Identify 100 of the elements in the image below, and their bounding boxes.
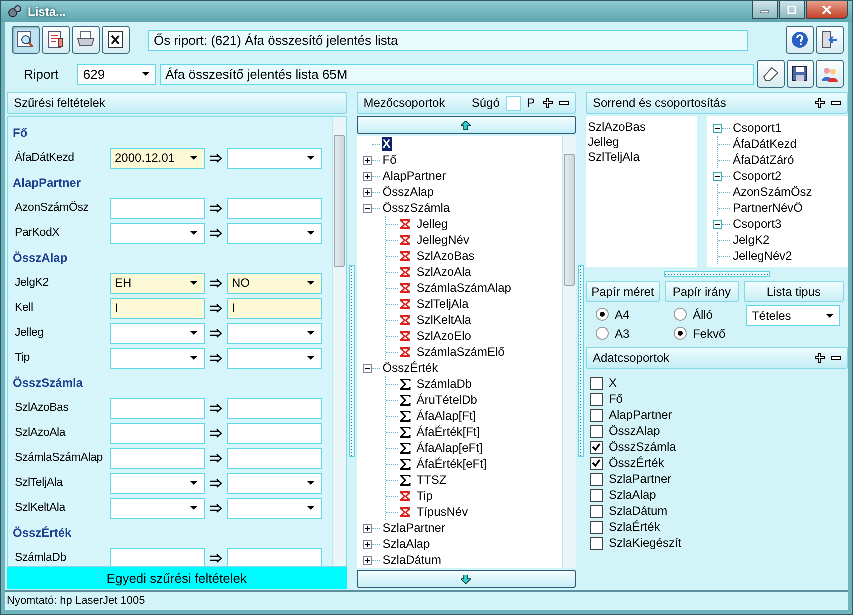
tree-item[interactable]: SzlTeljAla	[416, 297, 470, 311]
dropdown-field[interactable]: EH	[110, 272, 205, 294]
tree-item[interactable]: SzlaAlap	[382, 537, 432, 551]
minimize-button[interactable]	[752, 1, 778, 19]
plus-icon[interactable]	[815, 98, 825, 108]
input-field[interactable]	[110, 548, 205, 566]
checkbox[interactable]	[590, 488, 603, 502]
tree-item[interactable]: SzámlaDb	[416, 377, 474, 391]
input-field[interactable]	[227, 448, 322, 469]
tree-item[interactable]: SzámlaSzámAlap	[416, 281, 512, 295]
dropdown-field[interactable]	[227, 498, 322, 519]
maximize-button[interactable]	[779, 1, 805, 19]
list-item[interactable]: SzlAzoBas	[588, 120, 695, 135]
minus-icon[interactable]	[558, 101, 569, 105]
splitter-handle[interactable]	[348, 264, 355, 456]
radio-button[interactable]	[674, 308, 687, 321]
checkbox[interactable]	[590, 392, 603, 406]
paper-size-button[interactable]: Papír méret	[586, 281, 660, 302]
checkbox[interactable]	[590, 440, 603, 454]
dropdown-field[interactable]	[227, 348, 322, 369]
plus-icon[interactable]	[542, 98, 553, 108]
input-field[interactable]	[110, 398, 205, 419]
expand-icon[interactable]	[362, 188, 372, 196]
expand-icon[interactable]	[362, 524, 372, 532]
list-item[interactable]: SzlTeljAla	[588, 150, 695, 165]
dropdown-field[interactable]: NO	[227, 272, 322, 294]
tree-item[interactable]: TTSZ	[416, 473, 448, 487]
tree-item[interactable]: Fő	[382, 153, 398, 167]
tree-item[interactable]: SzlKeltAla	[416, 313, 472, 327]
input-field[interactable]	[227, 548, 322, 566]
radio-button[interactable]	[596, 327, 609, 340]
tree-item[interactable]: Csoport3	[732, 217, 783, 231]
tree-item[interactable]: ÁfaÉrték[Ft]	[416, 425, 482, 439]
tree-item[interactable]: SzlAzoElo	[416, 329, 472, 343]
input-field[interactable]	[110, 422, 205, 444]
tree-item[interactable]: Tip	[416, 489, 434, 503]
splitter-handle[interactable]	[664, 271, 770, 277]
tree-item[interactable]: ÖsszSzámla	[382, 201, 452, 215]
dropdown-field[interactable]	[227, 472, 322, 494]
input-field[interactable]: I	[110, 298, 205, 319]
tree-item[interactable]: SzlAzoAla	[416, 265, 472, 279]
close-button[interactable]	[806, 1, 848, 19]
exit-button[interactable]	[816, 26, 844, 54]
minus-icon[interactable]	[831, 101, 841, 105]
dropdown-field[interactable]	[227, 222, 322, 244]
dropdown-field[interactable]	[110, 472, 205, 494]
scroll-up-button[interactable]	[356, 116, 576, 134]
collapse-icon[interactable]	[362, 204, 372, 212]
tree-item[interactable]: JellegNév	[416, 233, 470, 247]
list-type-button[interactable]: Lista tipus	[744, 281, 844, 302]
tree-item[interactable]: JellegNév2	[732, 249, 794, 263]
preview-button[interactable]	[12, 26, 40, 54]
tree-item[interactable]: JelgK2	[732, 233, 771, 247]
collapse-icon[interactable]	[712, 124, 722, 132]
expand-icon[interactable]	[362, 172, 372, 180]
dropdown-field[interactable]	[227, 148, 322, 169]
paper-orientation-button[interactable]: Papír irány	[664, 281, 739, 302]
input-field[interactable]	[227, 422, 322, 444]
plus-icon[interactable]	[815, 353, 825, 363]
checkbox[interactable]	[590, 504, 603, 518]
scroll-down-button[interactable]	[356, 570, 576, 588]
dropdown-field[interactable]: 2000.12.01	[110, 148, 205, 169]
checkbox[interactable]	[590, 456, 603, 470]
dropdown-field[interactable]	[110, 322, 205, 344]
tree-item[interactable]: SzámlaSzámElő	[416, 345, 506, 359]
checkbox[interactable]	[590, 408, 603, 422]
tree-item[interactable]: Jelleg	[416, 217, 450, 231]
tree-item[interactable]: X	[382, 137, 392, 151]
tree-item[interactable]: ÁruTételDb	[416, 393, 478, 407]
input-field[interactable]	[110, 198, 205, 219]
tree-item[interactable]: ÁfaÉrték[eFt]	[416, 457, 488, 471]
export-button[interactable]	[102, 26, 130, 54]
input-field[interactable]	[227, 198, 322, 219]
splitter-handle[interactable]	[578, 264, 584, 456]
scrollbar[interactable]	[332, 116, 346, 566]
expand-icon[interactable]	[362, 540, 372, 548]
input-field[interactable]	[227, 398, 322, 419]
dropdown-field[interactable]	[110, 348, 205, 369]
tree-item[interactable]: ÁfaAlap[Ft]	[416, 409, 478, 423]
print-button[interactable]	[72, 26, 100, 54]
scrollbar[interactable]	[562, 136, 576, 568]
clear-button[interactable]	[756, 60, 785, 88]
tree-item[interactable]: ÁfaDátKezd	[732, 137, 798, 151]
help-button[interactable]	[786, 26, 814, 54]
users-button[interactable]	[816, 60, 844, 88]
tree-item[interactable]: Csoport2	[732, 169, 783, 183]
collapse-icon[interactable]	[712, 220, 722, 228]
checkbox[interactable]	[590, 376, 603, 390]
list-item[interactable]: Jelleg	[588, 135, 695, 150]
tree-item[interactable]: TípusNév	[416, 505, 470, 519]
minus-icon[interactable]	[831, 356, 841, 360]
tree-item[interactable]: SzlaPartner	[382, 521, 446, 535]
collapse-icon[interactable]	[362, 364, 372, 372]
tree-item[interactable]: ÖsszAlap	[382, 185, 436, 199]
dropdown-field[interactable]	[110, 498, 205, 519]
input-field[interactable]: I	[227, 298, 322, 319]
list-type-dropdown[interactable]: Tételes	[746, 305, 840, 326]
radio-button[interactable]	[674, 327, 687, 340]
input-field[interactable]	[110, 448, 205, 469]
help-checkbox[interactable]	[506, 96, 521, 110]
